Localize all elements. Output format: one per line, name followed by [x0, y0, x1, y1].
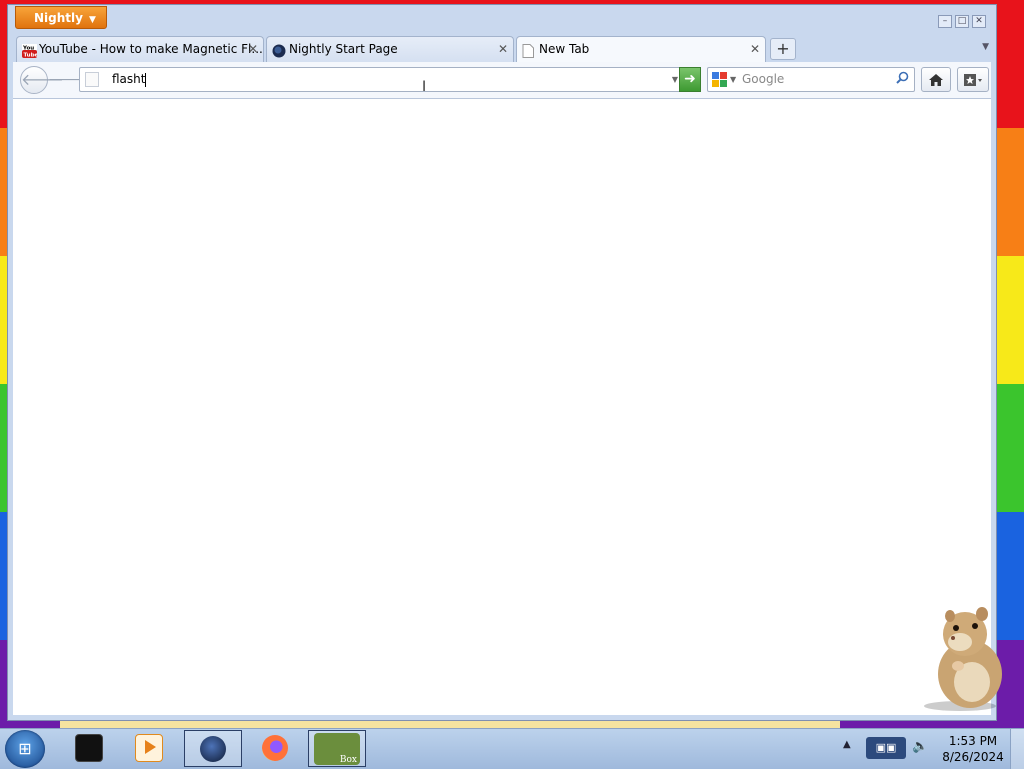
page-content[interactable]: I — [13, 79, 991, 715]
youtube-icon: You Tube — [22, 42, 39, 59]
close-tab-icon[interactable]: ✕ — [248, 37, 258, 61]
show-desktop-button[interactable] — [1010, 729, 1024, 769]
taskbar-item-terminal[interactable] — [60, 730, 118, 767]
media-player-icon — [135, 734, 163, 762]
windows-logo-icon: ⊞ — [18, 739, 32, 758]
taskbar-clock[interactable]: 1:53 PM 8/26/2024 — [938, 733, 1008, 765]
firefox-icon — [262, 735, 288, 761]
search-input[interactable]: Google — [742, 68, 784, 91]
tab-new-tab[interactable]: New Tab ✕ — [516, 36, 766, 63]
taskbar: ⊞ Box ▲ ▣▣ 🔈 1:53 PM 8/26/2024 — [0, 728, 1024, 769]
forward-button[interactable]: 🡒 — [48, 71, 86, 90]
tab-label: New Tab — [539, 42, 590, 56]
ibeam-cursor-icon: I — [422, 79, 427, 95]
minimize-button[interactable]: – — [938, 15, 952, 28]
network-tray-icon[interactable]: ▣▣ — [866, 737, 906, 759]
title-bar: Nightly ▼ – □ ✕ — [8, 5, 996, 35]
plus-icon: + — [776, 39, 790, 58]
new-tab-button[interactable]: + — [770, 38, 796, 60]
hamster-box-label: Box — [339, 755, 357, 765]
home-button[interactable] — [921, 67, 951, 92]
close-tab-icon[interactable]: ✕ — [498, 37, 508, 61]
google-engine-icon[interactable] — [712, 72, 727, 87]
url-history-dropdown-icon[interactable]: ▼ — [672, 68, 678, 91]
browser-window: Nightly ▼ – □ ✕ You Tube YouTube - How to … — [7, 4, 997, 721]
taskbar-item-media-player[interactable] — [120, 730, 178, 767]
terminal-app-icon — [75, 734, 103, 762]
tab-youtube[interactable]: You Tube YouTube - How to make Magnetic F… — [16, 36, 264, 62]
tab-label: Nightly Start Page — [289, 42, 398, 56]
home-icon — [929, 73, 943, 86]
blank-page-icon — [522, 42, 537, 58]
go-button[interactable]: ➜ — [679, 67, 701, 92]
bookmarks-menu-button[interactable] — [957, 67, 989, 92]
engine-dropdown-icon[interactable]: ▼ — [730, 68, 736, 91]
magnifier-icon[interactable] — [896, 71, 909, 88]
taskbar-item-firefox[interactable] — [246, 730, 304, 767]
back-button[interactable]: 🡐 — [20, 66, 64, 94]
bookmark-star-icon — [964, 73, 982, 86]
start-button[interactable]: ⊞ — [5, 730, 45, 768]
maximize-button[interactable]: □ — [955, 15, 969, 28]
search-bar[interactable]: ▼ Google — [707, 67, 915, 92]
hamster-mascot-image — [920, 604, 1010, 712]
navigation-toolbar: 🡐 🡒 flasht ▼ ➜ ▼ Google — [13, 62, 991, 99]
tab-label: YouTube - How to make Magnetic Fl... — [39, 42, 263, 56]
address-bar[interactable]: flasht ▼ ➜ — [79, 67, 701, 92]
taskbar-item-hamster-box[interactable]: Box — [308, 730, 366, 767]
volume-icon[interactable]: 🔈 — [912, 739, 928, 754]
nightly-globe-icon — [272, 42, 287, 58]
site-identity-icon[interactable] — [85, 72, 99, 87]
clock-time: 1:53 PM — [948, 734, 998, 748]
app-menu-label: Nightly — [34, 11, 83, 25]
clock-date: 8/26/2024 — [942, 750, 1004, 764]
nightly-app-menu-button[interactable]: Nightly ▼ — [15, 6, 107, 29]
close-tab-icon[interactable]: ✕ — [750, 37, 760, 61]
tab-strip: You Tube YouTube - How to make Magnetic F… — [13, 36, 991, 63]
close-window-button[interactable]: ✕ — [972, 15, 986, 28]
chevron-down-icon: ▼ — [88, 15, 96, 25]
svg-text:Tube: Tube — [24, 53, 38, 59]
url-input[interactable]: flasht — [112, 68, 146, 91]
show-hidden-icons-button[interactable]: ▲ — [843, 739, 851, 750]
tab-nightly-start[interactable]: Nightly Start Page ✕ — [266, 36, 514, 62]
nightly-browser-icon — [200, 736, 226, 762]
taskbar-item-nightly[interactable] — [184, 730, 242, 767]
hamster-box-icon: Box — [314, 733, 360, 765]
tab-list-dropdown-icon[interactable]: ▼ — [982, 42, 989, 52]
